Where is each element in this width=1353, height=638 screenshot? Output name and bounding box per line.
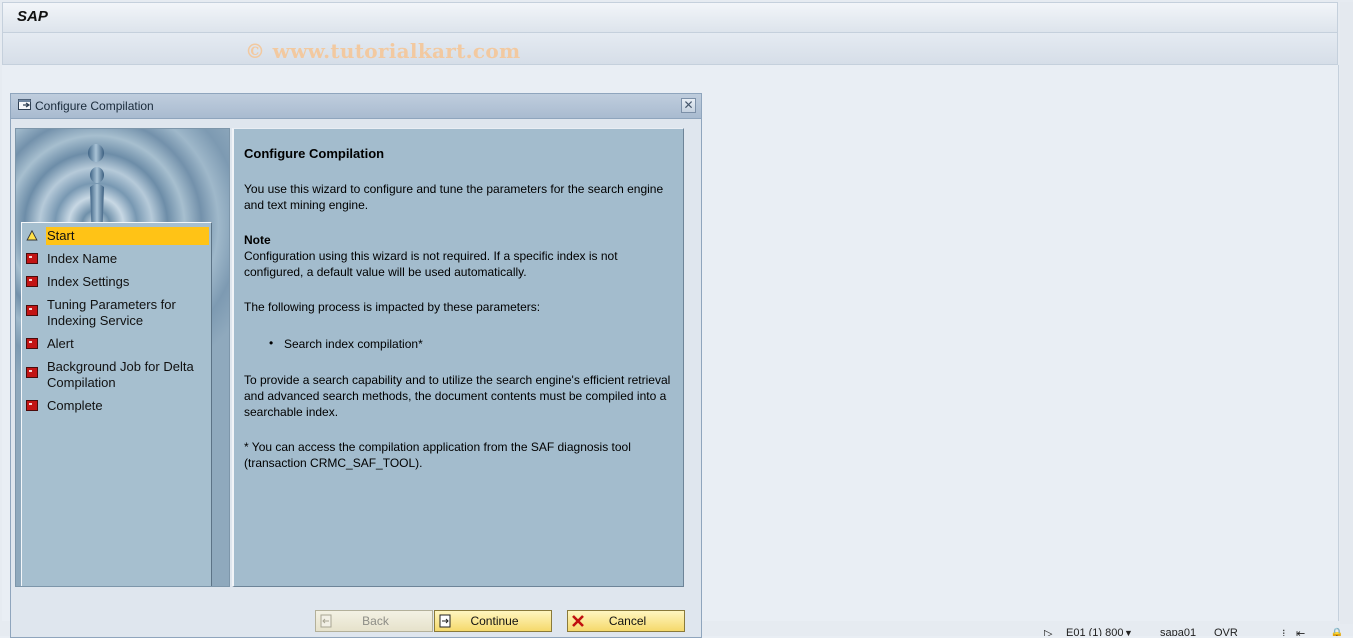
step-tuning-parameters[interactable]: Tuning Parameters for Indexing Service — [22, 296, 211, 330]
continue-button-label: Continue — [470, 614, 519, 628]
sap-gui-window: SAP © www.tutorialkart.com Configure Com… — [0, 0, 1353, 638]
red-status-icon — [26, 400, 38, 411]
content-heading: Configure Compilation — [244, 146, 385, 161]
step-index-name[interactable]: Index Name — [22, 250, 211, 268]
red-status-icon — [26, 305, 38, 316]
step-label: Background Job for Delta Compilation — [47, 359, 194, 390]
cancel-x-icon — [572, 615, 584, 627]
wizard-content-panel: Configure Compilation You use this wizar… — [232, 128, 684, 587]
step-label: Tuning Parameters for Indexing Service — [47, 297, 176, 328]
configure-compilation-dialog: Configure Compilation ✕ Start Index Name… — [10, 93, 702, 638]
intro-text: You use this wizard to configure and tun… — [244, 182, 664, 212]
steps-list: Start Index Name Index Settings Tuning P… — [21, 222, 212, 586]
bullet-detail: To provide a search capability and to ut… — [244, 373, 671, 419]
cancel-button[interactable]: Cancel — [567, 610, 685, 632]
status-separator-icon: ⁝ — [1282, 628, 1286, 636]
step-background-job[interactable]: Background Job for Delta Compilation — [22, 358, 211, 392]
lock-icon[interactable]: 🔒 — [1330, 627, 1344, 636]
step-complete[interactable]: Complete — [22, 397, 211, 415]
toolbar — [2, 33, 1338, 65]
continue-document-icon — [439, 614, 451, 628]
step-label: Start — [46, 227, 209, 245]
note-text: Configuration using this wizard is not r… — [244, 249, 618, 279]
step-label: Complete — [47, 398, 103, 413]
red-status-icon — [26, 338, 38, 349]
bullet-text: Search index compilation* — [284, 337, 423, 351]
bullet-dot: • — [269, 336, 274, 350]
step-label: Alert — [47, 336, 74, 351]
step-start[interactable]: Start — [22, 227, 211, 245]
status-arrow-icon: ▷ — [1044, 628, 1053, 636]
step-index-settings[interactable]: Index Settings — [22, 273, 211, 291]
wizard-steps-panel: Start Index Name Index Settings Tuning P… — [15, 128, 230, 587]
back-document-icon — [320, 614, 332, 628]
step-alert[interactable]: Alert — [22, 335, 211, 353]
chevron-down-icon[interactable]: ▼ — [1124, 628, 1133, 636]
app-title: SAP — [17, 8, 48, 25]
step-label: Index Settings — [47, 274, 130, 289]
dialog-header[interactable]: Configure Compilation ✕ — [11, 94, 701, 119]
dialog-title: Configure Compilation — [35, 99, 154, 113]
process-intro: The following process is impacted by the… — [244, 300, 541, 314]
window-edge — [1340, 2, 1353, 624]
red-status-icon — [26, 276, 38, 287]
window-icon — [18, 99, 31, 110]
input-mode: OVR — [1214, 627, 1238, 636]
server-name: sapa01 — [1160, 627, 1197, 636]
back-button-label: Back — [362, 614, 389, 628]
warning-triangle-icon — [26, 230, 38, 241]
cancel-button-label: Cancel — [608, 614, 647, 628]
note-heading: Note — [244, 233, 271, 247]
back-button[interactable]: Back — [315, 610, 433, 632]
close-icon[interactable]: ✕ — [681, 98, 696, 113]
continue-button[interactable]: Continue — [434, 610, 552, 632]
title-bar: SAP — [2, 2, 1338, 33]
watermark: © www.tutorialkart.com — [245, 39, 521, 63]
red-status-icon — [26, 367, 38, 378]
footnote: * You can access the compilation applica… — [244, 440, 631, 470]
system-info: E01 (1) 800 — [1066, 627, 1124, 636]
step-label: Index Name — [47, 251, 118, 266]
back-arrow-icon[interactable]: ⇤ — [1296, 627, 1305, 636]
bullet-item: • Search index compilation* — [269, 336, 673, 352]
status-bar: ▷ E01 (1) 800 ▼ sapa01 OVR ⁝ ⇤ 🔒 — [1040, 624, 1353, 636]
red-status-icon — [26, 253, 38, 264]
